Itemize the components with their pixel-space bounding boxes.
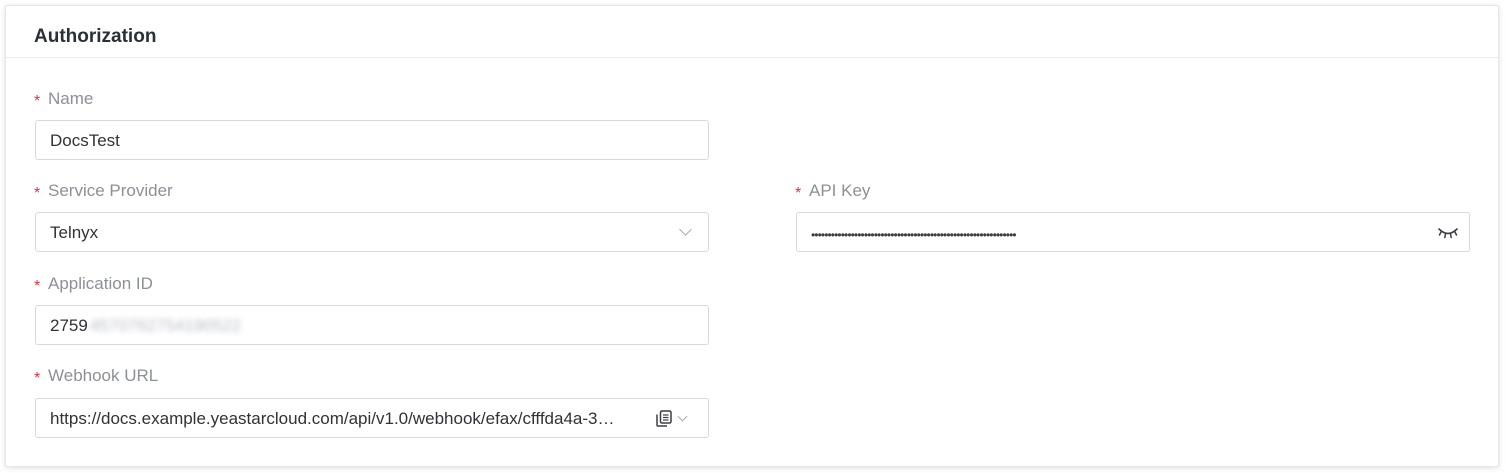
- application-id-visible: 2759: [50, 316, 88, 335]
- section-title: Authorization: [34, 26, 157, 47]
- card-header: Authorization: [6, 6, 1498, 58]
- service-provider-selected: Telnyx: [50, 223, 99, 242]
- service-provider-label-text: Service Provider: [48, 181, 173, 200]
- webhook-url-field[interactable]: https://docs.example.yeastarcloud.com/ap…: [35, 398, 709, 438]
- application-id-label-text: Application ID: [48, 274, 153, 293]
- required-mark: *: [34, 185, 41, 202]
- service-provider-label: * Service Provider: [34, 181, 173, 202]
- chevron-down-icon[interactable]: [677, 411, 688, 422]
- webhook-url-value: https://docs.example.yeastarcloud.com/ap…: [50, 409, 615, 428]
- application-id-obscured: 4570762754190522: [89, 316, 242, 335]
- application-id-input[interactable]: 2759 4570762754190522: [35, 305, 709, 345]
- authorization-card: Authorization * Name DocsTest * Service Pr…: [6, 6, 1498, 466]
- api-key-label-text: API Key: [809, 181, 871, 200]
- webhook-url-label: * Webhook URL: [34, 366, 158, 387]
- api-key-masked-value: ••••••••••••••••••••••••••••••••••••••••…: [811, 228, 1017, 242]
- eye-closed-icon[interactable]: [1437, 224, 1459, 240]
- application-id-label: * Application ID: [34, 274, 153, 295]
- service-provider-select[interactable]: Telnyx: [35, 212, 709, 252]
- required-mark: *: [34, 278, 41, 295]
- name-label-text: Name: [48, 89, 94, 108]
- chevron-down-icon: [679, 223, 692, 236]
- webhook-url-label-text: Webhook URL: [48, 366, 159, 385]
- required-mark: *: [34, 93, 41, 110]
- api-key-input[interactable]: ••••••••••••••••••••••••••••••••••••••••…: [796, 212, 1470, 252]
- name-input[interactable]: DocsTest: [35, 120, 709, 160]
- name-label: * Name: [34, 89, 93, 110]
- required-mark: *: [34, 370, 41, 387]
- copy-icon[interactable]: [656, 410, 672, 427]
- required-mark: *: [795, 185, 802, 202]
- application-id-value: 2759 4570762754190522: [50, 316, 241, 336]
- name-input-value: DocsTest: [50, 131, 120, 150]
- api-key-label: * API Key: [795, 181, 870, 202]
